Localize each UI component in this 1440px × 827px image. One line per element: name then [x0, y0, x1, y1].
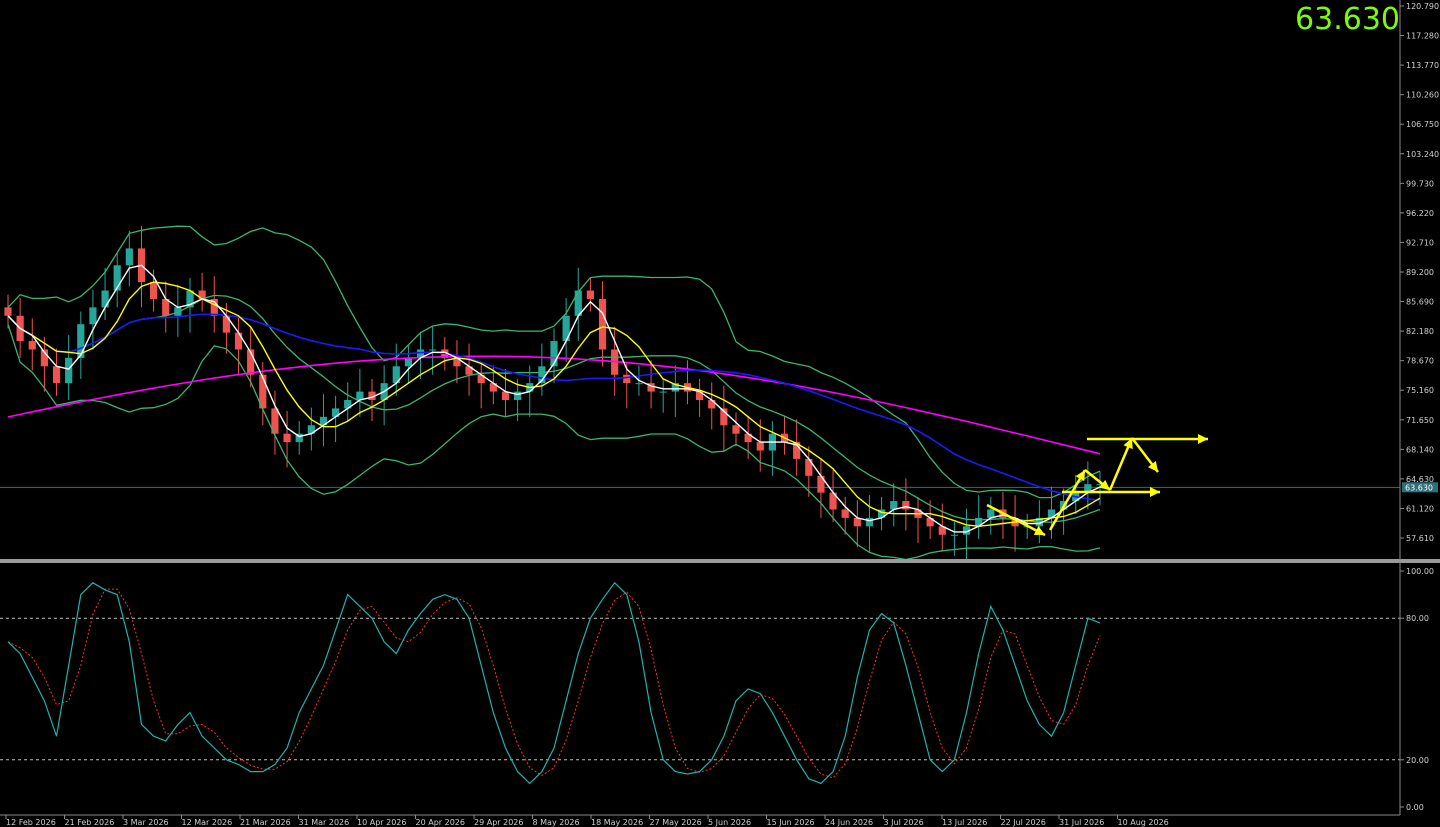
time-tick-label: 21 Mar 2026: [240, 818, 291, 827]
time-tick-label: 24 Jun 2026: [825, 818, 873, 827]
time-tick-label: 27 May 2026: [650, 818, 702, 827]
candle-body: [623, 374, 631, 384]
candle-body: [841, 509, 849, 518]
time-tick-label: 12 Feb 2026: [6, 818, 56, 827]
time-tick-label: 31 Mar 2026: [299, 818, 350, 827]
time-tick-label: 20 Apr 2026: [416, 818, 465, 827]
stoch-main-line: [7, 581, 1101, 785]
stoch-tick-label: 0.00: [1406, 803, 1424, 812]
candle-body: [150, 282, 158, 299]
candle-body: [902, 501, 910, 510]
price-tick-label: 92.710: [1406, 238, 1434, 247]
price-tick-label: 110.260: [1406, 91, 1439, 100]
candle-body: [756, 442, 764, 451]
time-tick-label: 3 Jul 2026: [884, 818, 924, 827]
time-tick-label: 5 Jun 2026: [708, 818, 751, 827]
time-tick-label: 31 Jul 2026: [1059, 818, 1104, 827]
price-axis: 120.790 117.280 113.770 110.260 106.750 103.2…: [1399, 0, 1439, 815]
stoch-tick-label: 20.00: [1406, 756, 1429, 765]
current-price-label: 63.630: [1405, 483, 1433, 492]
candle-body: [950, 534, 958, 536]
time-tick-label: 15 Jun 2026: [767, 818, 815, 827]
candle-body: [865, 517, 874, 527]
stoch-tick-label: 80.00: [1406, 614, 1429, 623]
stochastic-panel[interactable]: [0, 581, 1400, 785]
arrow-up-1: [1048, 469, 1087, 531]
time-tick-label: 10 Apr 2026: [357, 818, 406, 827]
price-tick-label: 120.790: [1406, 2, 1439, 11]
time-tick-label: 18 May 2026: [591, 818, 643, 827]
candle-body: [52, 366, 61, 384]
price-tick-label: 89.200: [1406, 268, 1434, 277]
candle-body: [404, 357, 412, 367]
candle-body: [4, 307, 12, 316]
time-tick-label: 10 Aug 2026: [1118, 818, 1169, 827]
stoch-signal-line: [7, 588, 1101, 779]
ma-white-line: [7, 264, 1101, 533]
price-panel[interactable]: [0, 225, 1400, 561]
stoch-tick-label: 100.00: [1406, 567, 1434, 576]
price-tick-label: 68.140: [1406, 445, 1434, 454]
candle-body: [708, 400, 716, 409]
price-tick-label: 82.180: [1406, 327, 1434, 336]
time-axis: 12 Feb 2026 21 Feb 2026 3 Mar 2026 12 Mar 2…: [0, 814, 1400, 827]
candle-body: [234, 332, 243, 350]
trading-chart[interactable]: 120.790 117.280 113.770 110.260 106.750 103.2…: [0, 0, 1440, 827]
price-tick-label: 99.730: [1406, 179, 1434, 188]
price-tick-label: 96.220: [1406, 209, 1434, 218]
candle-body: [65, 357, 73, 384]
price-tick-label: 61.120: [1406, 504, 1434, 513]
time-tick-label: 22 Jul 2026: [1001, 818, 1046, 827]
price-tick-label: 117.280: [1406, 32, 1439, 41]
price-tick-label: 57.610: [1406, 534, 1434, 543]
time-tick-label: 13 Jul 2026: [942, 818, 987, 827]
price-tick-label: 78.670: [1406, 357, 1434, 366]
candle-body: [101, 290, 109, 308]
panel-divider[interactable]: [0, 559, 1440, 563]
price-tick-label: 106.750: [1406, 120, 1439, 129]
arrow-horizontal-top-head: [1198, 434, 1208, 444]
time-tick-label: 29 Apr 2026: [474, 818, 523, 827]
time-tick-label: 8 May 2026: [533, 818, 580, 827]
time-tick-label: 21 Feb 2026: [65, 818, 115, 827]
price-tick-label: 113.770: [1406, 61, 1439, 70]
panel-divider-bar: [0, 559, 1440, 563]
arrow-horizontal-mid-head: [1150, 487, 1160, 497]
candle-body: [586, 290, 594, 299]
candle-body: [283, 433, 291, 443]
candle-body: [28, 341, 36, 350]
ma-yellow-line: [7, 281, 1101, 528]
price-tick-label: 85.690: [1406, 298, 1434, 307]
time-tick-label: 12 Mar 2026: [182, 818, 233, 827]
candle-body: [514, 391, 522, 400]
candle-body: [732, 425, 740, 434]
candle-body: [598, 298, 607, 350]
time-tick-label: 3 Mar 2026: [123, 818, 169, 827]
candle-body: [125, 248, 133, 266]
candle-body: [429, 349, 437, 351]
stochastic-axis: 100.00 80.00 20.00 0.00: [1400, 567, 1434, 812]
price-tick-label: 71.650: [1406, 416, 1434, 425]
candle-body: [635, 383, 643, 385]
candle-body: [89, 307, 97, 325]
price-tick-label: 103.240: [1406, 150, 1439, 159]
candle-body: [659, 391, 667, 393]
price-tick-label: 75.160: [1406, 386, 1434, 395]
